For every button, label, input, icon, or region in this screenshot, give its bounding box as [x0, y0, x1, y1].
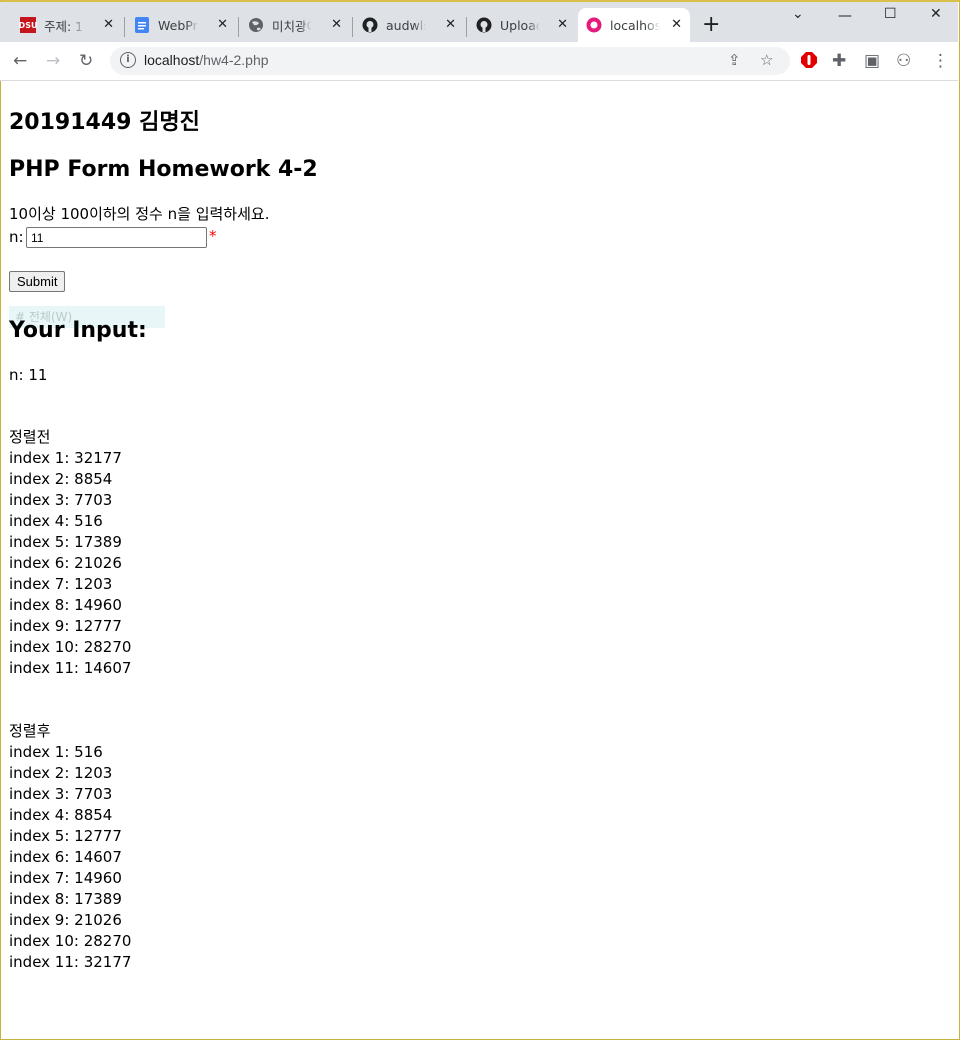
- list-item: index 4: 516: [9, 512, 103, 530]
- list-item: index 1: 32177: [9, 449, 122, 467]
- close-icon[interactable]: ✕: [217, 17, 228, 32]
- site-info-icon[interactable]: i: [120, 52, 136, 68]
- extensions-icon[interactable]: ✚: [832, 51, 846, 71]
- n-input[interactable]: [26, 227, 207, 248]
- tab-title: Upload f...: [500, 17, 540, 33]
- result-heading: Your Input:: [9, 318, 147, 343]
- tab-separator: [238, 17, 239, 37]
- wamp-icon: [586, 17, 602, 33]
- tab-separator: [466, 17, 467, 37]
- minimize-icon[interactable]: —: [838, 8, 852, 24]
- menu-icon[interactable]: ⋮: [932, 51, 949, 71]
- list-item: index 6: 14607: [9, 848, 122, 866]
- adblock-icon[interactable]: [800, 51, 818, 74]
- list-item: index 8: 14960: [9, 596, 122, 614]
- list-item: index 10: 28270: [9, 638, 132, 656]
- close-icon[interactable]: ✕: [331, 17, 342, 32]
- forward-icon[interactable]: →: [46, 51, 60, 71]
- url-text[interactable]: localhost/hw4-2.php: [144, 52, 269, 68]
- tab-title: audwls2...: [386, 17, 426, 33]
- list-item: index 4: 8854: [9, 806, 113, 824]
- browser-toolbar: ← → ↻ i localhost/hw4-2.php ⇪ ☆ ✚ ▣ ⚇ ⋮: [0, 42, 958, 81]
- url-host: localhost: [144, 52, 200, 68]
- back-icon[interactable]: ←: [13, 51, 27, 71]
- required-mark: *: [209, 227, 217, 245]
- tab-search-icon[interactable]: ⌄: [792, 6, 804, 22]
- browser-window: [0, 0, 960, 1040]
- instruction-text: 10이상 100이하의 정수 n을 입력하세요.: [9, 205, 270, 223]
- list-item: index 3: 7703: [9, 785, 113, 803]
- list-item: index 7: 14960: [9, 869, 122, 887]
- n-label: n:: [9, 228, 24, 246]
- close-icon[interactable]: ✕: [671, 17, 682, 32]
- github-icon: [362, 17, 378, 33]
- close-icon[interactable]: ✕: [445, 17, 456, 32]
- tab-5[interactable]: Upload f... ✕: [468, 8, 576, 42]
- dsu-icon: DSU: [19, 17, 37, 33]
- result-n: n: 11: [9, 366, 48, 384]
- maximize-icon[interactable]: ☐: [884, 6, 897, 22]
- tab-title: WebProg...: [158, 17, 198, 33]
- side-panel-icon[interactable]: ▣: [864, 51, 880, 71]
- address-bar[interactable]: i localhost/hw4-2.php ⇪ ☆: [110, 47, 790, 75]
- close-icon[interactable]: ✕: [557, 17, 568, 32]
- url-path: /hw4-2.php: [199, 52, 269, 68]
- page-title: PHP Form Homework 4-2: [9, 157, 318, 182]
- list-item: index 2: 8854: [9, 470, 113, 488]
- new-tab-button[interactable]: +: [702, 14, 720, 36]
- tab-4[interactable]: audwls2... ✕: [354, 8, 464, 42]
- before-label: 정렬전: [9, 428, 51, 446]
- tab-2[interactable]: WebProg... ✕: [126, 8, 236, 42]
- after-label: 정렬후: [9, 722, 51, 740]
- list-item: index 6: 21026: [9, 554, 122, 572]
- tab-6-active[interactable]: localhost ✕: [578, 8, 690, 42]
- tab-strip: DSU 주제: 1,2... ✕ WebProg... ✕ 미치광이... ✕ …: [0, 2, 958, 42]
- list-item: index 3: 7703: [9, 491, 113, 509]
- list-item: index 8: 17389: [9, 890, 122, 908]
- tab-1[interactable]: DSU 주제: 1,2... ✕: [12, 8, 122, 42]
- list-item: index 2: 1203: [9, 764, 113, 782]
- bookmark-star-icon[interactable]: ☆: [760, 51, 773, 69]
- student-heading: 20191449 김명진: [9, 110, 200, 135]
- tab-title: 주제: 1,2...: [44, 18, 84, 34]
- list-item: index 1: 516: [9, 743, 103, 761]
- tab-title: 미치광이...: [272, 18, 312, 34]
- list-item: index 5: 12777: [9, 827, 122, 845]
- profile-avatar-icon[interactable]: ⚇: [896, 51, 911, 71]
- share-icon[interactable]: ⇪: [728, 51, 741, 69]
- list-item: index 9: 12777: [9, 617, 122, 635]
- globe-icon: [248, 17, 264, 33]
- tab-separator: [124, 17, 125, 37]
- reload-icon[interactable]: ↻: [79, 51, 93, 71]
- list-item: index 10: 28270: [9, 932, 132, 950]
- tab-title: localhost: [610, 17, 660, 33]
- close-icon[interactable]: ✕: [103, 17, 114, 32]
- tab-separator: [352, 17, 353, 37]
- list-item: index 7: 1203: [9, 575, 113, 593]
- docs-icon: [134, 17, 150, 33]
- list-item: index 5: 17389: [9, 533, 122, 551]
- list-item: index 11: 32177: [9, 953, 132, 971]
- github-icon: [476, 17, 492, 33]
- submit-button[interactable]: Submit: [9, 271, 66, 292]
- close-window-icon[interactable]: ✕: [930, 6, 942, 22]
- list-item: index 9: 21026: [9, 911, 122, 929]
- list-item: index 11: 14607: [9, 659, 132, 677]
- tab-3[interactable]: 미치광이... ✕: [240, 8, 350, 42]
